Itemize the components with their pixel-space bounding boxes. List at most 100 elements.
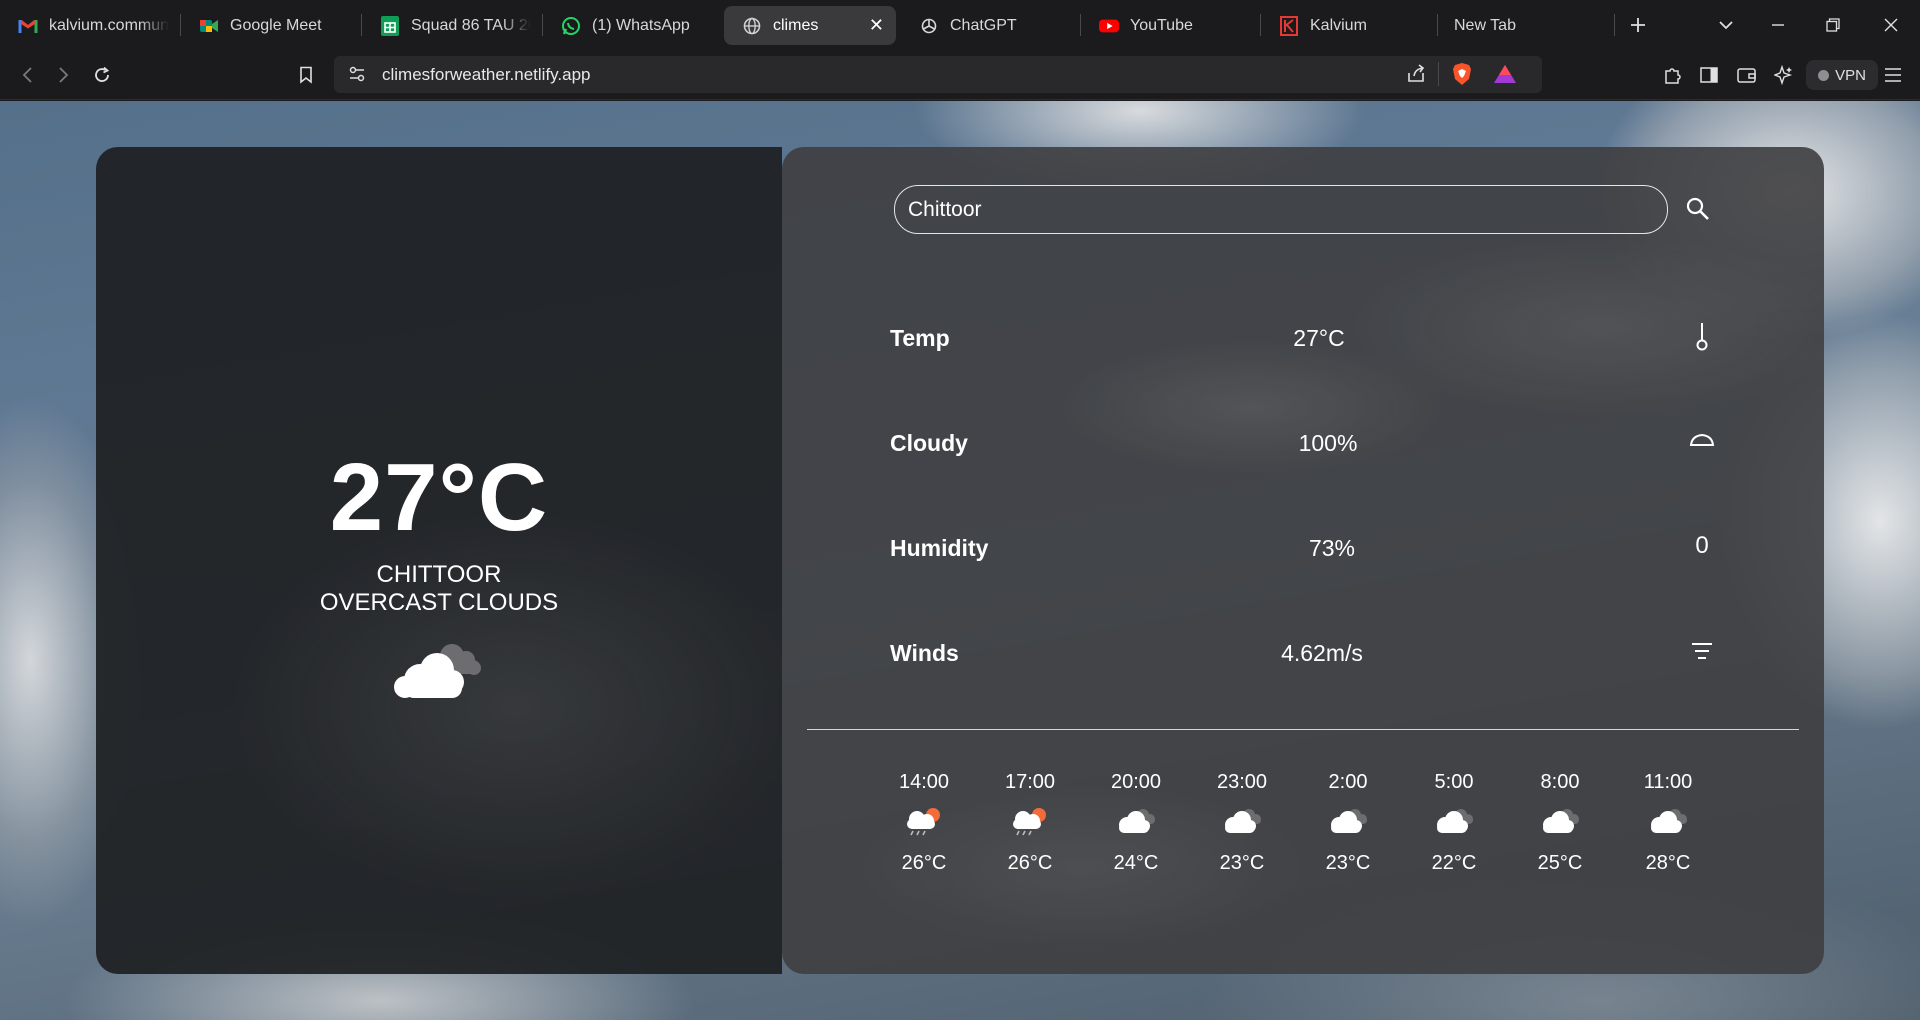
chevron-down-icon: [1719, 21, 1733, 30]
tab-title: (1) WhatsApp: [592, 16, 690, 34]
sparkle-icon: [1774, 65, 1793, 85]
tab-title: kalvium.communi: [49, 16, 169, 34]
forecast-time: 20:00: [1110, 771, 1162, 793]
tab-title: Google Meet: [230, 16, 322, 34]
cloud-icon: [1225, 809, 1261, 833]
tab-separator: [1614, 14, 1615, 36]
tab-chatgpt[interactable]: ChatGPT: [901, 6, 1071, 45]
tab-whatsapp[interactable]: (1) WhatsApp: [543, 6, 713, 45]
google-sheets-icon: [380, 15, 400, 36]
close-tab-icon[interactable]: ✕: [869, 15, 884, 36]
forecast-time: 5:00: [1434, 771, 1474, 793]
thermometer-icon: [1686, 320, 1718, 352]
browser-toolbar: climesforweather.netlify.app VPN: [0, 50, 1920, 100]
forecast-time: 11:00: [1643, 771, 1693, 793]
forecast-time: 14:00: [898, 771, 950, 793]
site-settings-icon[interactable]: [348, 65, 366, 88]
forecast-temp: 25°C: [1537, 852, 1583, 874]
tab-kalvium[interactable]: Kalvium: [1261, 6, 1431, 45]
forecast-time: 8:00: [1540, 771, 1580, 793]
weather-condition: OVERCAST CLOUDS: [319, 589, 559, 616]
search-icon: [1686, 197, 1709, 220]
forecast-temp: 28°C: [1645, 852, 1691, 874]
chatgpt-icon: [919, 16, 939, 36]
cloud-outline-icon: [1686, 424, 1718, 456]
brave-rewards-icon[interactable]: [1493, 64, 1517, 89]
wallet-button[interactable]: [1732, 60, 1762, 90]
arrow-left-icon: [22, 67, 32, 83]
vpn-button[interactable]: VPN: [1806, 60, 1878, 90]
weather-details-panel: Temp 27°C Cloudy 100% Humidity 73% 0 Win…: [782, 147, 1824, 974]
forecast-time: 2:00: [1328, 771, 1368, 793]
cloud-icon: [1437, 809, 1473, 833]
url-text: climesforweather.netlify.app: [382, 65, 591, 84]
bookmark-button[interactable]: [291, 60, 321, 90]
temp-label: Temp: [890, 325, 950, 351]
tab-squad-sheet[interactable]: Squad 86 TAU 20: [362, 6, 532, 45]
extensions-button[interactable]: [1658, 60, 1688, 90]
forecast-item: 14:00 26°C: [874, 771, 974, 875]
tab-title: Kalvium: [1310, 16, 1367, 34]
tab-new-tab[interactable]: New Tab: [1438, 6, 1608, 45]
globe-icon: [742, 16, 762, 36]
close-icon: [1884, 18, 1898, 32]
main-menu-button[interactable]: [1878, 60, 1908, 90]
puzzle-icon: [1665, 68, 1681, 84]
youtube-icon: [1099, 16, 1119, 36]
temp-value: 27°C: [1293, 325, 1345, 351]
humidity-icon: 0: [1695, 532, 1709, 559]
address-bar-divider: [1438, 62, 1439, 86]
plus-icon: [1631, 18, 1645, 32]
forecast-temp: 23°C: [1325, 852, 1371, 874]
forward-button[interactable]: [49, 60, 79, 90]
tab-list-button[interactable]: [1711, 10, 1741, 40]
tab-youtube[interactable]: YouTube: [1081, 6, 1251, 45]
tab-title: climes: [773, 16, 819, 34]
tab-google-meet[interactable]: Google Meet: [181, 6, 351, 45]
forecast-item: 2:00 23°C: [1298, 771, 1398, 875]
sidebar-button[interactable]: [1694, 60, 1724, 90]
forecast-temp: 22°C: [1431, 852, 1477, 874]
winds-value: 4.62m/s: [1281, 640, 1363, 666]
arrow-right-icon: [59, 67, 69, 83]
address-bar[interactable]: climesforweather.netlify.app: [334, 56, 1542, 93]
leo-ai-button[interactable]: [1769, 60, 1799, 90]
vpn-status-dot: [1818, 69, 1830, 81]
section-divider: [807, 729, 1799, 730]
back-button[interactable]: [12, 60, 42, 90]
tab-title: New Tab: [1454, 16, 1516, 34]
gmail-icon: [18, 16, 38, 36]
brave-shields-icon[interactable]: [1451, 62, 1473, 91]
share-icon[interactable]: [1406, 64, 1426, 89]
cloud-rain-sun-icon: [907, 808, 940, 836]
forecast-item: 17:00 26°C: [980, 771, 1080, 875]
bookmark-icon: [300, 66, 312, 84]
search-button[interactable]: [1682, 193, 1714, 225]
minimize-button[interactable]: [1763, 10, 1793, 40]
close-window-button[interactable]: [1876, 10, 1906, 40]
sidebar-icon: [1700, 67, 1718, 83]
forecast-temp: 24°C: [1113, 852, 1159, 874]
restore-button[interactable]: [1818, 10, 1848, 40]
reload-icon: [95, 66, 110, 82]
minimize-icon: [1772, 24, 1784, 26]
forecast-item: 23:00 23°C: [1192, 771, 1292, 875]
google-meet-icon: [199, 16, 219, 36]
whatsapp-icon: [561, 16, 581, 36]
cloud-rain-sun-icon: [1013, 808, 1046, 836]
tab-kalvium-community[interactable]: kalvium.communi: [0, 6, 170, 45]
wind-icon: [1686, 635, 1718, 667]
humidity-value: 73%: [1308, 535, 1356, 561]
restore-icon: [1826, 18, 1840, 32]
winds-label: Winds: [890, 640, 959, 666]
reload-button[interactable]: [87, 60, 117, 90]
cloudy-value: 100%: [1298, 430, 1358, 456]
city-search-input[interactable]: [894, 185, 1668, 234]
forecast-temp: 23°C: [1219, 852, 1265, 874]
forecast-item: 5:00 22°C: [1404, 771, 1504, 875]
cloud-icon: [1331, 809, 1367, 833]
tab-title: YouTube: [1130, 16, 1193, 34]
cloudy-label: Cloudy: [890, 430, 968, 456]
new-tab-button[interactable]: [1623, 10, 1653, 40]
tab-climes[interactable]: climes ✕: [724, 6, 896, 45]
